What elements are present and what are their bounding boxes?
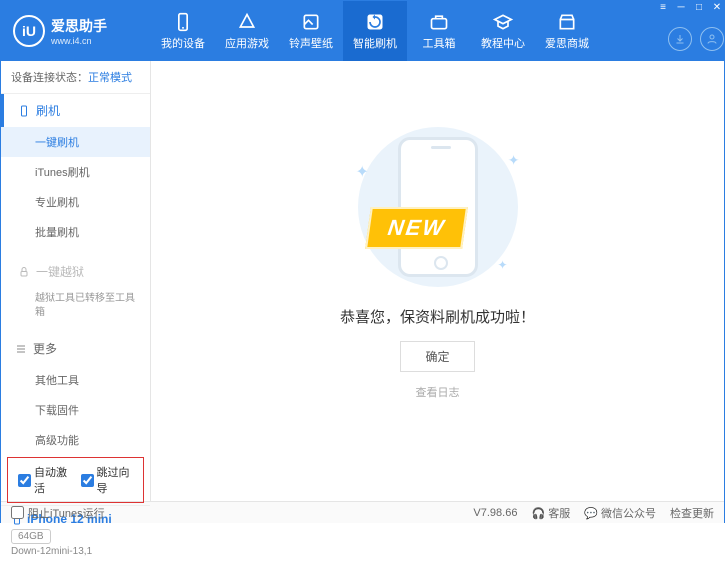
- wechat-icon: 💬: [584, 508, 598, 520]
- sidebar-item-pro-flash[interactable]: 专业刷机: [1, 187, 150, 217]
- store-icon: [556, 12, 578, 32]
- minimize-button[interactable]: ─: [674, 1, 688, 13]
- maximize-button[interactable]: □: [692, 1, 706, 13]
- sparkle-icon: ✦: [497, 258, 507, 272]
- headset-icon: 🎧: [531, 508, 545, 520]
- checkbox-block-itunes[interactable]: 阻止iTunes运行: [11, 505, 105, 521]
- menu-button[interactable]: ≡: [656, 1, 670, 13]
- lock-icon: [18, 266, 30, 278]
- nav-toolbox[interactable]: 工具箱: [407, 1, 471, 61]
- download-icon: [674, 33, 686, 45]
- new-banner: NEW: [365, 207, 468, 249]
- sidebar-item-itunes-flash[interactable]: iTunes刷机: [1, 157, 150, 187]
- sidebar-head-flash[interactable]: 刷机: [1, 94, 150, 127]
- ok-button[interactable]: 确定: [400, 341, 474, 372]
- sidebar-item-batch-flash[interactable]: 批量刷机: [1, 217, 150, 247]
- footer-wechat[interactable]: 💬 微信公众号: [584, 505, 656, 521]
- sidebar-head-more[interactable]: 更多: [1, 332, 150, 365]
- logo-icon: iU: [13, 15, 45, 47]
- toolbox-icon: [428, 12, 450, 32]
- sidebar-item-advanced[interactable]: 高级功能: [1, 425, 150, 455]
- success-message: 恭喜您，保资料刷机成功啦！: [340, 306, 535, 327]
- header-controls: ≡ ─ □ ✕: [656, 1, 724, 61]
- nav-my-device[interactable]: 我的设备: [151, 1, 215, 61]
- sidebar-item-download-firmware[interactable]: 下载固件: [1, 395, 150, 425]
- main-content: ✦ ✦ ✦ NEW 恭喜您，保资料刷机成功啦！ 确定 查看日志: [151, 61, 724, 501]
- app-subtitle: www.i4.cn: [51, 36, 107, 46]
- app-header: iU 爱思助手 www.i4.cn 我的设备 应用游戏 铃声壁纸 智能刷机 工具…: [1, 1, 724, 61]
- jailbreak-note: 越狱工具已转移至工具箱: [1, 288, 150, 324]
- nav-smart-flash[interactable]: 智能刷机: [343, 1, 407, 61]
- view-log-link[interactable]: 查看日志: [416, 384, 460, 400]
- nav-ringtone-wallpaper[interactable]: 铃声壁纸: [279, 1, 343, 61]
- checkbox-skip-guide[interactable]: 跳过向导: [81, 464, 134, 496]
- device-status: 设备连接状态：正常模式: [1, 61, 150, 94]
- sidebar-item-other-tools[interactable]: 其他工具: [1, 365, 150, 395]
- app-title: 爱思助手: [51, 16, 107, 36]
- close-button[interactable]: ✕: [710, 1, 724, 13]
- nav-store[interactable]: 爱思商城: [535, 1, 599, 61]
- sidebar-head-jailbreak: 一键越狱: [1, 255, 150, 288]
- options-highlight-box: 自动激活 跳过向导: [7, 457, 144, 503]
- phone-small-icon: [18, 105, 30, 117]
- nav-apps-games[interactable]: 应用游戏: [215, 1, 279, 61]
- apps-icon: [236, 12, 258, 32]
- sidebar-item-oneclick-flash[interactable]: 一键刷机: [1, 127, 150, 157]
- checkbox-auto-activate[interactable]: 自动激活: [18, 464, 71, 496]
- version-label: V7.98.66: [473, 507, 517, 519]
- top-nav: 我的设备 应用游戏 铃声壁纸 智能刷机 工具箱 教程中心 爱思商城: [151, 1, 656, 61]
- graduation-icon: [492, 12, 514, 32]
- sparkle-icon: ✦: [508, 152, 520, 169]
- sidebar: 设备连接状态：正常模式 刷机 一键刷机 iTunes刷机 专业刷机 批量刷机 一…: [1, 61, 151, 501]
- sparkle-icon: ✦: [356, 162, 369, 182]
- phone-icon: [172, 12, 194, 32]
- success-illustration: ✦ ✦ ✦ NEW: [348, 122, 528, 292]
- refresh-icon: [364, 12, 386, 32]
- menu-icon: [15, 343, 27, 355]
- nav-tutorial[interactable]: 教程中心: [471, 1, 535, 61]
- wallpaper-icon: [300, 12, 322, 32]
- footer-check-update[interactable]: 检查更新: [670, 505, 714, 521]
- device-model: Down-12mini-13,1: [11, 546, 140, 557]
- device-storage-tag: 64GB: [11, 529, 51, 544]
- user-icon: [706, 33, 718, 45]
- user-button[interactable]: [700, 27, 724, 51]
- footer-service[interactable]: 🎧 客服: [531, 505, 570, 521]
- download-button[interactable]: [668, 27, 692, 51]
- logo-area: iU 爱思助手 www.i4.cn: [1, 1, 151, 61]
